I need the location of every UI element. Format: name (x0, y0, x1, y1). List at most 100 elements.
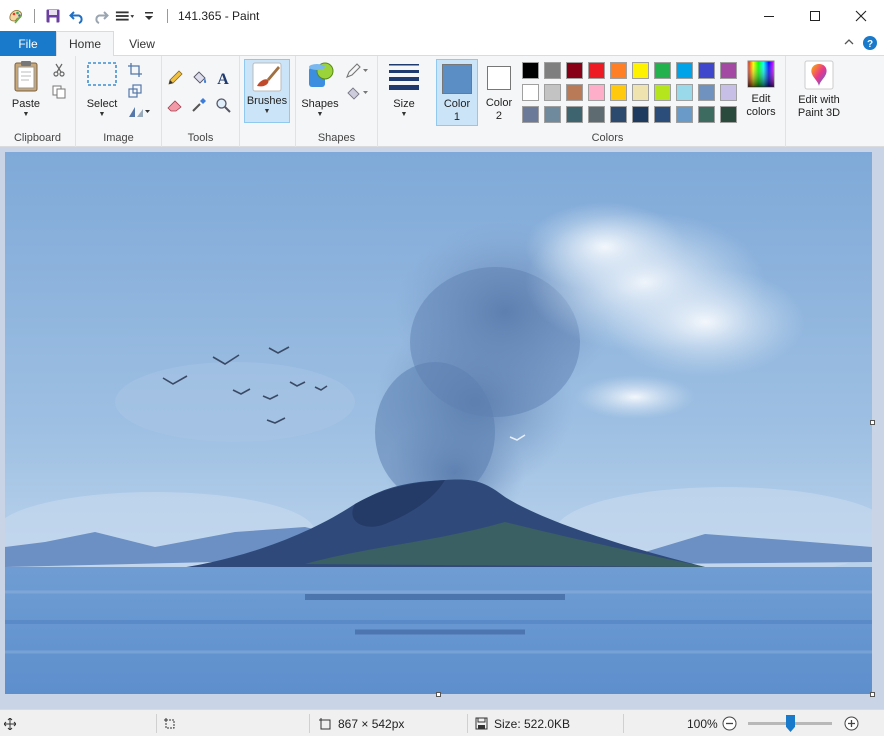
minimize-ribbon-icon[interactable] (842, 35, 856, 54)
size-button[interactable]: Size ▼ (384, 59, 424, 119)
palette-swatch[interactable] (676, 62, 693, 79)
resize-handle-bottom[interactable] (436, 692, 441, 697)
fill-shape-icon[interactable] (344, 84, 370, 102)
edit-colors-label: Edit colors (746, 93, 776, 118)
brushes-button[interactable]: Brushes ▼ (244, 59, 290, 123)
minimize-button[interactable] (746, 0, 792, 31)
tools-group-label: Tools (187, 132, 214, 144)
palette-swatch[interactable] (698, 62, 715, 79)
brushes-dropdown-icon: ▼ (263, 108, 271, 115)
shapes-button[interactable]: Shapes ▼ (300, 59, 340, 119)
maximize-button[interactable] (792, 0, 838, 31)
palette-swatch[interactable] (632, 106, 649, 123)
status-separator (309, 714, 310, 733)
palette-swatch[interactable] (698, 106, 715, 123)
palette-swatch[interactable] (676, 84, 693, 101)
cut-icon[interactable] (50, 61, 68, 79)
select-button[interactable]: Select ▼ (82, 59, 122, 119)
palette-swatch[interactable] (698, 84, 715, 101)
undo-icon[interactable] (67, 6, 87, 26)
outline-icon[interactable] (344, 62, 370, 80)
palette-swatch[interactable] (544, 62, 561, 79)
image-group-label: Image (103, 132, 134, 144)
rotate-icon[interactable] (126, 103, 152, 121)
resize-icon[interactable] (126, 82, 144, 100)
paste-icon (14, 61, 38, 92)
shapes-label: Shapes (301, 98, 339, 110)
edit-with-paint3d-button[interactable]: Edit with Paint 3D (790, 59, 848, 120)
palette-swatch[interactable] (588, 106, 605, 123)
pencil-icon[interactable] (166, 69, 184, 87)
cursor-position (4, 710, 16, 736)
crop-icon[interactable] (126, 61, 144, 79)
text-icon[interactable]: A (214, 69, 232, 87)
image-canvas[interactable] (5, 152, 872, 694)
customize-toolbar-chevron-icon[interactable] (139, 6, 159, 26)
brushes-group: Brushes ▼ (240, 56, 296, 147)
color2-button[interactable]: Color 2 (480, 59, 518, 126)
tab-home[interactable]: Home (56, 31, 114, 57)
palette-swatch[interactable] (588, 84, 605, 101)
palette-swatch[interactable] (522, 62, 539, 79)
color1-swatch (442, 64, 472, 94)
palette-swatch[interactable] (632, 84, 649, 101)
magnifier-icon[interactable] (214, 96, 232, 114)
palette-swatch[interactable] (544, 106, 561, 123)
palette-swatch[interactable] (654, 62, 671, 79)
palette-swatch[interactable] (676, 106, 693, 123)
palette-swatch[interactable] (566, 106, 583, 123)
palette-swatch[interactable] (522, 106, 539, 123)
zoom-slider-thumb[interactable] (786, 715, 795, 732)
palette-swatch[interactable] (566, 84, 583, 101)
palette-swatch[interactable] (720, 106, 737, 123)
tab-view[interactable]: View (114, 31, 170, 56)
palette-swatch[interactable] (544, 84, 561, 101)
file-size-text: Size: 522.0KB (494, 716, 571, 731)
close-button[interactable] (838, 0, 884, 31)
help-icon[interactable]: ? (862, 35, 878, 54)
palette-swatch[interactable] (522, 84, 539, 101)
redo-icon[interactable] (91, 6, 111, 26)
color-picker-icon[interactable] (190, 96, 208, 114)
palette-swatch[interactable] (610, 106, 627, 123)
save-icon[interactable] (43, 6, 63, 26)
toolbar-separator (167, 8, 168, 23)
palette-swatch[interactable] (610, 84, 627, 101)
canvas-area (0, 147, 884, 709)
resize-handle-corner[interactable] (870, 692, 875, 697)
disk-icon (475, 717, 488, 730)
palette-swatch[interactable] (610, 62, 627, 79)
paste-button[interactable]: Paste ▼ (6, 59, 46, 119)
clipboard-group: Paste ▼ Clipboard (0, 56, 76, 147)
zoom-out-button[interactable] (722, 710, 737, 736)
move-cursor-icon (4, 717, 16, 730)
zoom-in-icon (844, 716, 859, 731)
resize-handle-right[interactable] (870, 420, 875, 425)
select-label: Select (86, 98, 118, 110)
status-bar: 867 × 542px Size: 522.0KB 100% (0, 709, 884, 736)
edit-colors-button[interactable]: Edit colors (740, 59, 782, 119)
properties-menu-icon[interactable] (115, 6, 135, 26)
fill-icon[interactable] (190, 69, 208, 87)
paint-app-icon[interactable] (6, 6, 26, 26)
palette-swatch[interactable] (566, 62, 583, 79)
palette-swatch[interactable] (720, 84, 737, 101)
palette-swatch[interactable] (632, 62, 649, 79)
tab-file[interactable]: File (0, 31, 56, 56)
ribbon-tabs: File Home View ? (0, 31, 884, 57)
brushes-label: Brushes (246, 95, 288, 107)
title-bar: 141.365 - Paint (0, 0, 884, 31)
palette-swatch[interactable] (654, 106, 671, 123)
palette-swatch[interactable] (588, 62, 605, 79)
copy-icon[interactable] (50, 83, 68, 101)
palette-swatch[interactable] (720, 62, 737, 79)
color1-button[interactable]: Color 1 (436, 59, 478, 126)
palette-swatch[interactable] (654, 84, 671, 101)
zoom-in-button[interactable] (844, 710, 859, 736)
select-dropdown-icon: ▼ (98, 111, 106, 118)
paint3d-icon (804, 60, 834, 90)
eraser-icon[interactable] (166, 96, 184, 114)
paste-dropdown-icon: ▼ (22, 111, 30, 118)
ribbon-controls: ? (842, 35, 878, 54)
zoom-level: 100% (687, 710, 718, 736)
